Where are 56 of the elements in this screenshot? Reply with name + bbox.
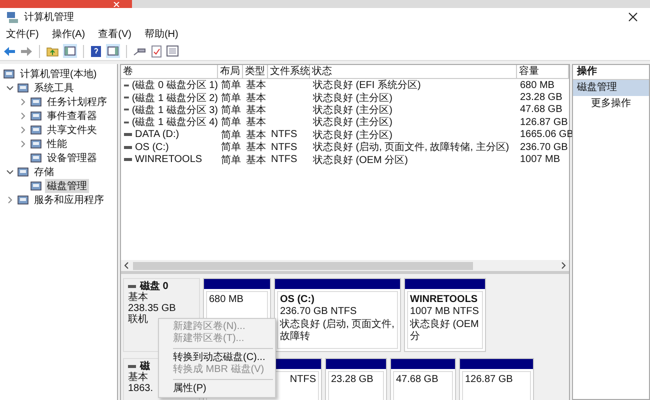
partition-info: 状态良好 (启动, 页面文件, 故障转: [280, 319, 395, 343]
table-cell-text: (磁盘 0 磁盘分区 1): [132, 79, 218, 92]
disk-info: 联机: [128, 314, 148, 325]
disk-name: 磁盘 0: [140, 281, 168, 292]
table-cell: 236.70 GB: [520, 142, 568, 153]
table-cell: WINRETOOLS: [135, 154, 202, 166]
partition-info: NTFS: [290, 374, 316, 386]
table-cell-text: 简单: [221, 154, 241, 167]
partition-info: 23.28 GB: [331, 374, 374, 386]
table-cell-text: 基本: [246, 140, 266, 154]
partition-info: 47.68 GB: [396, 374, 440, 386]
disk-name: 磁: [140, 361, 150, 372]
table-cell-text: 简单: [221, 140, 241, 154]
table-cell: NTFS: [271, 154, 298, 166]
table-cell-text: 基本: [246, 92, 266, 104]
disk-info: 238.35 GB: [128, 303, 176, 314]
table-cell: 23.28 GB: [520, 92, 562, 104]
partition-title: OS (C:): [280, 294, 316, 305]
partition-title: WINRETOOLS: [410, 294, 479, 305]
table-cell-text: 状态良好 (启动, 页面文件, 故障转储, 主分区): [313, 140, 510, 154]
disk-info: 基本: [128, 372, 148, 383]
table-cell-text: 简单: [221, 104, 241, 116]
table-cell-text: (磁盘 1 磁盘分区 2): [132, 92, 218, 105]
table-cell: NTFS: [271, 142, 298, 153]
table-cell-text: (磁盘 1 磁盘分区 3): [132, 104, 218, 117]
table-cell-text: 简单: [221, 116, 241, 130]
disk-info: 基本: [128, 292, 148, 303]
partition-info: 236.70 GB NTFS: [280, 306, 358, 318]
table-cell-text: 基本: [246, 78, 266, 92]
table-cell-text: 状态良好 (主分区): [313, 103, 392, 116]
table-cell-text: 状态良好 (OEM 分区): [313, 154, 408, 167]
table-cell-text: (磁盘 1 磁盘分区 4): [132, 116, 218, 130]
partition-info: 680 MB: [209, 294, 244, 306]
table-cell: OS (C:): [135, 142, 169, 153]
disk-info: 1863.: [128, 383, 154, 394]
table-cell: NTFS: [271, 129, 298, 140]
partition-info: 126.87 GB: [465, 374, 514, 386]
table-cell-text: 简单: [221, 78, 241, 92]
table-cell-text: 简单: [221, 128, 241, 142]
table-cell-text: 状态良好 (主分区): [313, 92, 392, 104]
table-cell: 1007 MB: [520, 154, 560, 166]
table-cell: 126.87 GB: [520, 116, 568, 128]
table-cell: 47.68 GB: [520, 104, 562, 116]
table-cell-text: 状态良好 (主分区): [313, 128, 392, 142]
table-cell-text: 基本: [246, 104, 266, 116]
table-cell-text: 状态良好 (主分区): [313, 116, 392, 130]
table-cell: DATA (D:): [135, 129, 180, 140]
table-cell-text: 简单: [221, 92, 241, 104]
table-cell-text: 基本: [246, 154, 266, 167]
partition-info: 状态良好 (OEM 分: [410, 319, 480, 343]
table-cell-text: 基本: [246, 116, 266, 130]
table-cell-text: 基本: [246, 128, 266, 142]
window-title: 计算机管理: [24, 10, 74, 24]
partition-info: 1007 MB NTFS: [410, 306, 480, 318]
table-cell-text: 状态良好 (EFI 系统分区): [313, 78, 421, 92]
table-cell: 680 MB: [520, 80, 554, 91]
